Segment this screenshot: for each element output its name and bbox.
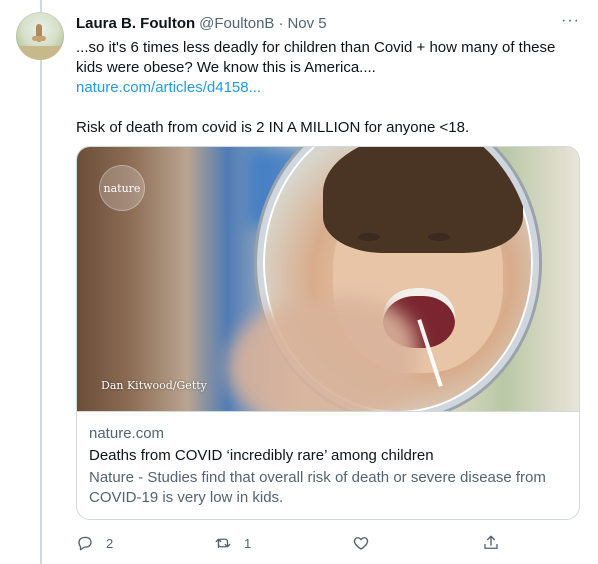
avatar-ground	[16, 46, 64, 60]
avatar[interactable]	[16, 12, 64, 60]
article-link[interactable]: nature.com/articles/d4158...	[76, 79, 261, 96]
like-icon	[353, 537, 369, 550]
child-eye-left	[358, 233, 380, 241]
blurred-hand	[227, 297, 417, 411]
reply-count: 2	[106, 535, 114, 551]
tweet-text: ...so it's 6 times less deadly for child…	[76, 38, 576, 138]
avatar-figure-shadow	[32, 36, 46, 41]
share-button[interactable]	[482, 534, 500, 552]
retweet-icon	[215, 538, 231, 549]
author-name[interactable]: Laura B. Foulton	[76, 15, 195, 32]
separator-dot: ·	[278, 14, 284, 32]
nature-logo-text: nature	[103, 181, 141, 195]
action-bar: 2 1	[76, 533, 580, 553]
author-handle[interactable]: @FoultonB	[199, 15, 274, 32]
retweet-button[interactable]: 1	[214, 534, 251, 552]
child-eye-right	[428, 233, 450, 241]
card-description: Nature - Studies find that overall risk …	[89, 469, 546, 506]
link-preview-card[interactable]: nature Dan Kitwood/Getty nature.com Deat…	[76, 146, 580, 520]
tweet-date[interactable]: Nov 5	[287, 15, 326, 32]
more-options-icon[interactable]: ···	[561, 12, 580, 30]
like-button[interactable]	[352, 534, 382, 552]
share-icon	[484, 535, 498, 549]
nature-logo: nature	[99, 165, 145, 211]
thread-line	[40, 0, 42, 564]
image-credit: Dan Kitwood/Getty	[101, 379, 207, 392]
card-title: Deaths from COVID ‘incredibly rare’ amon…	[89, 447, 434, 464]
card-meta: nature.com Deaths from COVID ‘incredibly…	[77, 411, 579, 508]
card-image[interactable]: nature Dan Kitwood/Getty	[77, 147, 579, 411]
tweet-text-line1: ...so it's 6 times less deadly for child…	[76, 39, 556, 76]
retweet-count: 1	[244, 535, 252, 551]
tweet-header: Laura B. Foulton @FoultonB · Nov 5	[76, 13, 582, 33]
reply-icon	[78, 536, 92, 551]
reply-button[interactable]: 2	[76, 534, 113, 552]
card-domain: nature.com	[89, 425, 165, 442]
tweet-text-line2: Risk of death from covid is 2 IN A MILLI…	[76, 119, 470, 136]
child-hair	[323, 147, 523, 253]
